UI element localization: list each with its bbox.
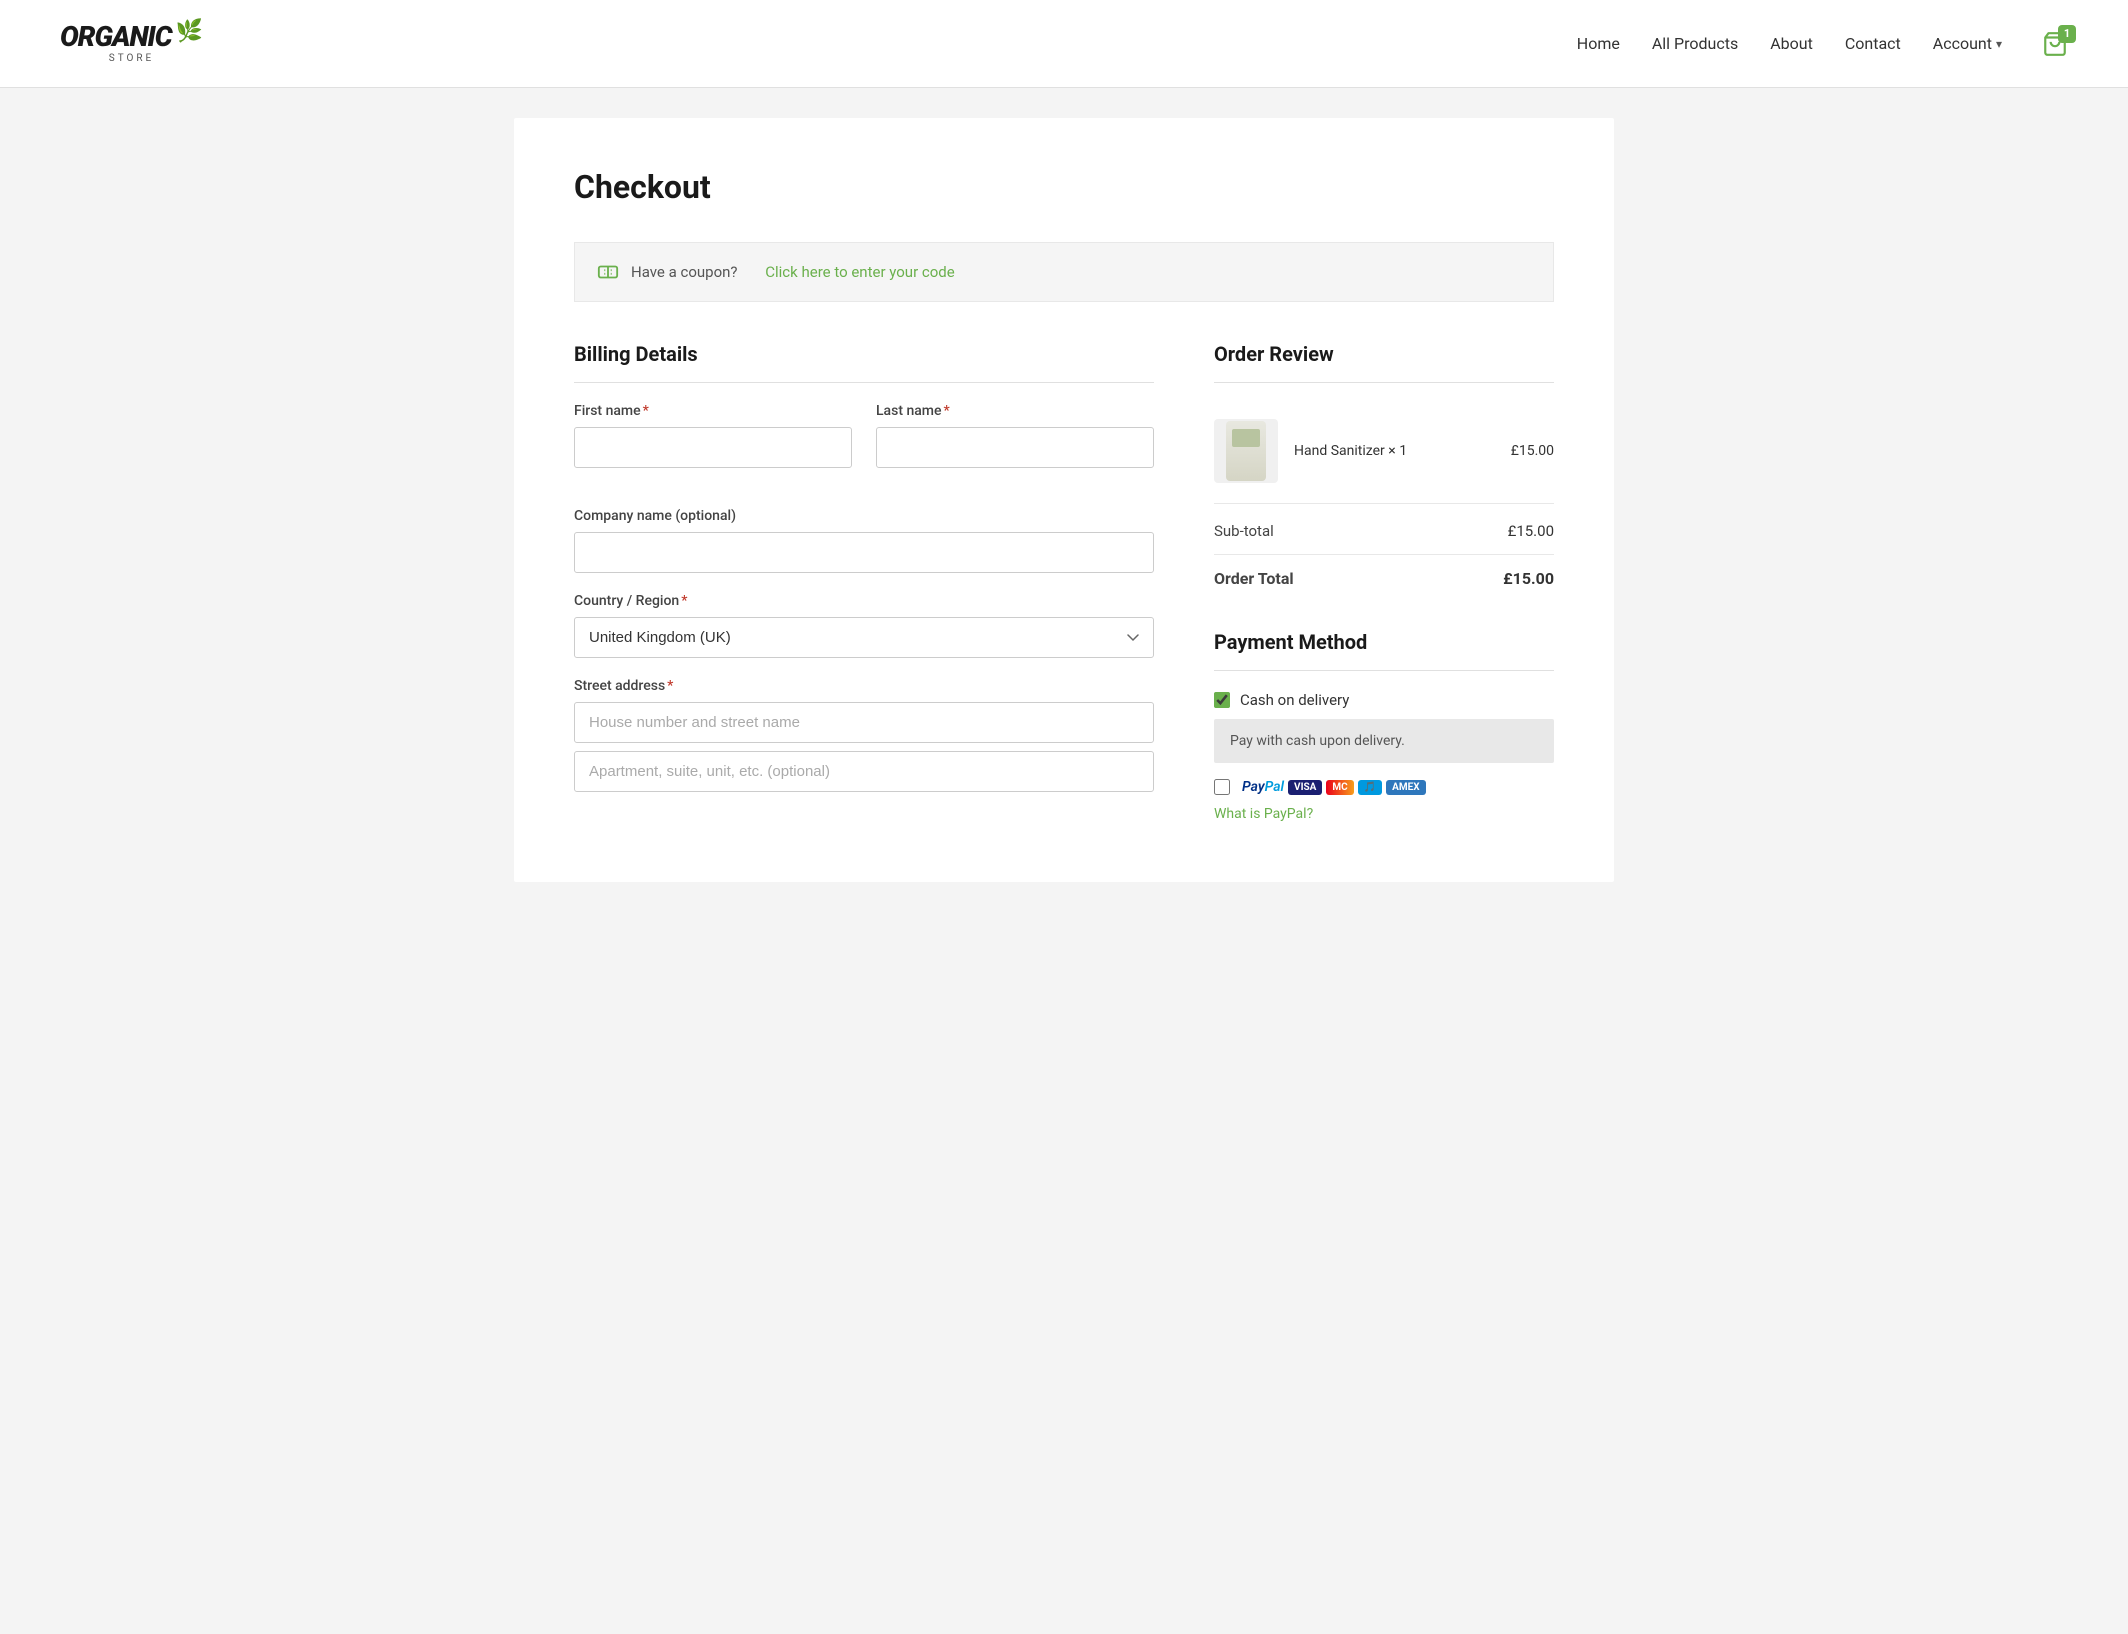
country-select[interactable]: United Kingdom (UK)	[574, 617, 1154, 658]
mastercard-logo: MC	[1326, 780, 1353, 795]
nav-all-products[interactable]: All Products	[1652, 34, 1738, 53]
subtotal-label: Sub-total	[1214, 522, 1274, 540]
coupon-link[interactable]: Click here to enter your code	[765, 263, 954, 281]
required-star: *	[643, 403, 649, 419]
payment-title: Payment Method	[1214, 630, 1554, 671]
total-row: Order Total £15.00	[1214, 555, 1554, 602]
coupon-banner: Have a coupon? Click here to enter your …	[574, 242, 1554, 302]
product-thumbnail	[1214, 419, 1278, 483]
nav-account[interactable]: Account	[1933, 34, 1992, 53]
site-header: ORGANIC 🌿 STORE Home All Products About …	[0, 0, 2128, 88]
checkout-grid: Billing Details First name* Last name*	[574, 342, 1554, 822]
paypal-logos: PayPal VISA MC 🎵 AMEX	[1242, 779, 1426, 795]
country-label: Country / Region*	[574, 593, 1154, 609]
cart-button[interactable]: 1	[2042, 31, 2068, 57]
paypal-checkbox[interactable]	[1214, 779, 1230, 795]
logo[interactable]: ORGANIC 🌿 STORE	[60, 23, 203, 64]
product-price: £15.00	[1511, 443, 1554, 459]
company-label: Company name (optional)	[574, 508, 1154, 524]
page-container: Checkout Have a coupon? Click here to en…	[514, 118, 1614, 882]
coupon-icon	[597, 261, 619, 283]
page-background: Checkout Have a coupon? Click here to en…	[0, 88, 2128, 1634]
coupon-text: Have a coupon?	[631, 263, 738, 281]
required-star-3: *	[681, 593, 687, 609]
visa-logo: VISA	[1288, 780, 1322, 795]
last-name-input[interactable]	[876, 427, 1154, 468]
order-review-title: Order Review	[1214, 342, 1554, 383]
what-is-paypal-link[interactable]: What is PayPal?	[1214, 806, 1313, 822]
paypal-text: PayPal	[1242, 779, 1284, 795]
first-name-group: First name*	[574, 403, 852, 468]
nav-home[interactable]: Home	[1577, 34, 1620, 53]
country-group: Country / Region* United Kingdom (UK)	[574, 593, 1154, 658]
total-label: Order Total	[1214, 569, 1294, 588]
company-input[interactable]	[574, 532, 1154, 573]
apartment-input[interactable]	[574, 751, 1154, 792]
first-name-label: First name*	[574, 403, 852, 419]
name-row: First name* Last name*	[574, 403, 1154, 488]
street-input[interactable]	[574, 702, 1154, 743]
first-name-input[interactable]	[574, 427, 852, 468]
order-item: Hand Sanitizer × 1 £15.00	[1214, 403, 1554, 499]
company-group: Company name (optional)	[574, 508, 1154, 573]
order-review-section: Order Review Hand Sanitizer × 1 £15.00 S…	[1214, 342, 1554, 822]
last-name-group: Last name*	[876, 403, 1154, 468]
account-dropdown[interactable]: Account ▾	[1933, 34, 2002, 53]
billing-title: Billing Details	[574, 342, 1154, 383]
order-divider	[1214, 503, 1554, 504]
street-label: Street address*	[574, 678, 1154, 694]
amex-logo: AMEX	[1386, 780, 1425, 795]
cash-on-delivery-label: Cash on delivery	[1240, 691, 1349, 709]
required-star-2: *	[944, 403, 950, 419]
nav-about[interactable]: About	[1770, 34, 1813, 53]
logo-leaf-icon: 🌿	[176, 19, 203, 44]
product-image	[1226, 421, 1266, 481]
main-nav: Home All Products About Contact Account …	[1577, 31, 2068, 57]
chevron-down-icon: ▾	[1996, 37, 2002, 51]
logo-brand-text: ORGANIC	[60, 23, 172, 51]
cash-on-delivery-option: Cash on delivery	[1214, 691, 1554, 709]
subtotal-value: £15.00	[1508, 522, 1554, 540]
paypal-option: PayPal VISA MC 🎵 AMEX	[1214, 779, 1554, 795]
last-name-label: Last name*	[876, 403, 1154, 419]
cash-description: Pay with cash upon delivery.	[1214, 719, 1554, 763]
total-value: £15.00	[1503, 569, 1554, 588]
subtotal-row: Sub-total £15.00	[1214, 508, 1554, 555]
cash-on-delivery-checkbox[interactable]	[1214, 692, 1230, 708]
logo-subtitle: STORE	[109, 53, 155, 64]
maestro-logo: 🎵	[1358, 780, 1382, 795]
product-name: Hand Sanitizer × 1	[1294, 443, 1495, 459]
cart-count: 1	[2058, 25, 2076, 43]
street-group: Street address*	[574, 678, 1154, 792]
nav-contact[interactable]: Contact	[1845, 34, 1901, 53]
payment-section: Payment Method Cash on delivery Pay with…	[1214, 630, 1554, 822]
required-star-4: *	[667, 678, 673, 694]
page-title: Checkout	[574, 168, 1554, 206]
billing-section: Billing Details First name* Last name*	[574, 342, 1154, 812]
